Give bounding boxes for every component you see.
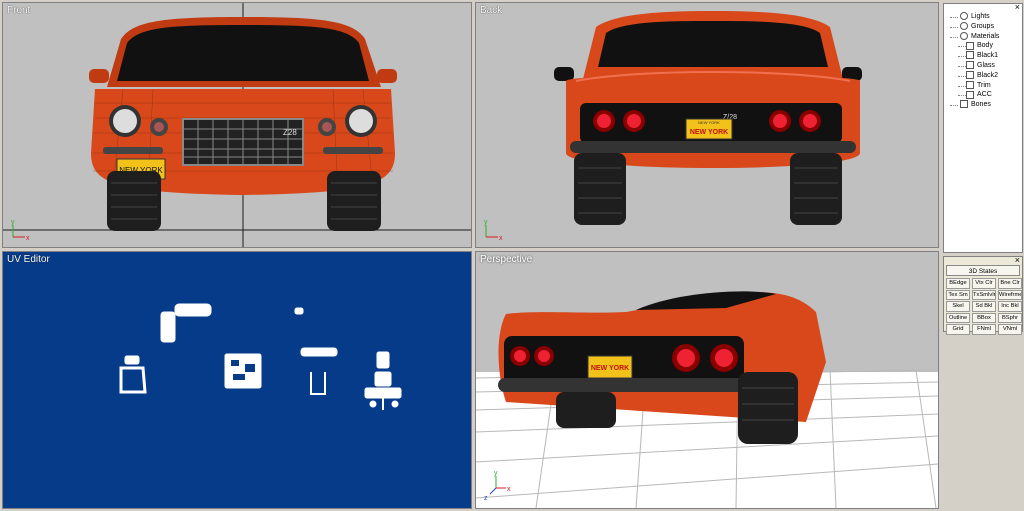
persp-axis-x: x xyxy=(507,486,511,493)
scene-tree-panel: × Lights Groups Materials Body Black1 Gl… xyxy=(943,2,1023,253)
tree-item-label: Lights xyxy=(971,13,990,20)
persp-axis-y: y xyxy=(494,470,498,477)
skel-button[interactable]: Skel xyxy=(946,301,970,312)
front-axis-y: y xyxy=(11,219,15,226)
uv-islands xyxy=(119,303,402,410)
front-badge: Z28 xyxy=(283,128,297,137)
vnml-button[interactable]: VNml xyxy=(998,324,1022,335)
vtx-clr-button[interactable]: Vtx Clr xyxy=(972,278,996,289)
tree-item-label: Black1 xyxy=(977,52,999,60)
bones-icon xyxy=(960,100,968,109)
bbox-button[interactable]: BBox xyxy=(972,312,996,323)
states-button-grid: BEdge Vtx Clr Bne Clr Tex Sm TxSmlvlr Wi… xyxy=(946,278,1022,335)
back-axis-y: y xyxy=(484,219,488,226)
material-icon xyxy=(966,70,974,79)
fnml-button[interactable]: FNml xyxy=(972,324,996,335)
wireframe-button[interactable]: Wirefrme xyxy=(998,289,1022,300)
tex-sm-button[interactable]: Tex Sm xyxy=(946,289,970,300)
materials-icon xyxy=(960,31,968,40)
back-plate-text: NEW YORK xyxy=(690,129,728,136)
tree-item-label: ACC xyxy=(977,91,992,99)
tree-item-materials[interactable]: Materials xyxy=(944,31,1022,42)
back-plate-top: NEW YORK xyxy=(698,120,720,125)
tree-panel-close-icon[interactable]: × xyxy=(1015,2,1020,12)
tree-item-label: Trim xyxy=(977,81,991,89)
tree-item-glass[interactable]: Glass xyxy=(944,61,1022,71)
material-icon xyxy=(966,80,974,89)
states-panel-close-icon[interactable]: × xyxy=(1015,255,1020,265)
back-viewport-label: Back xyxy=(480,5,503,16)
front-viewport-label: Front xyxy=(7,5,31,16)
tree-item-label: Glass xyxy=(977,61,995,69)
back-viewport[interactable]: Back Z/28 NEW YORK NEW YORK y x xyxy=(475,2,939,248)
perspective-viewport[interactable]: Perspective NEW YORK y x z xyxy=(475,251,939,509)
tree-item-body[interactable]: Body xyxy=(944,41,1022,51)
perspective-car-render: NEW YORK y x z xyxy=(476,252,938,508)
tree-item-acc[interactable]: ACC xyxy=(944,90,1022,100)
txsmlvlr-button[interactable]: TxSmlvlr xyxy=(972,289,996,300)
light-icon xyxy=(960,12,968,21)
back-axis-x: x xyxy=(499,235,503,242)
material-icon xyxy=(966,90,974,99)
tree-item-black2[interactable]: Black2 xyxy=(944,70,1022,81)
perspective-label: Perspective xyxy=(480,254,533,265)
scene-tree: Lights Groups Materials Body Black1 Glas… xyxy=(944,12,1022,110)
tree-item-label: Materials xyxy=(971,32,1000,40)
uv-editor-viewport[interactable]: UV Editor xyxy=(2,251,472,509)
tree-item-groups[interactable]: Groups xyxy=(944,21,1022,32)
bedge-button[interactable]: BEdge xyxy=(946,278,970,289)
tree-item-bones[interactable]: Bones xyxy=(944,100,1022,110)
tree-item-label: Groups xyxy=(971,22,994,30)
front-viewport[interactable]: Front Z28 NEW YORK y x xyxy=(2,2,472,248)
front-car-render: Z28 NEW YORK y x xyxy=(3,3,471,247)
material-icon xyxy=(966,61,974,70)
front-axis-x: x xyxy=(26,235,30,242)
groups-icon xyxy=(960,21,968,30)
bsphr-button[interactable]: BSphr xyxy=(998,312,1022,323)
bne-clr-button[interactable]: Bne Clr xyxy=(998,278,1022,289)
tree-item-label: Body xyxy=(977,42,993,50)
tree-item-label: Black2 xyxy=(977,71,999,79)
material-icon xyxy=(966,41,974,50)
grid-button[interactable]: Grid xyxy=(946,324,970,335)
persp-plate-text: NEW YORK xyxy=(591,365,629,372)
material-icon xyxy=(966,51,974,60)
inc-bkl-button[interactable]: Inc Bkl xyxy=(998,301,1022,312)
outline-button[interactable]: Outline xyxy=(946,312,970,323)
sd-bkl-button[interactable]: Sd Bkl xyxy=(972,301,996,312)
tree-item-label: Bones xyxy=(971,101,991,109)
tree-item-lights[interactable]: Lights xyxy=(944,12,1022,22)
states-panel-title: 3D States xyxy=(946,265,1020,276)
tree-item-black1[interactable]: Black1 xyxy=(944,51,1022,61)
persp-axis-z: z xyxy=(484,495,488,502)
states-panel: × 3D States BEdge Vtx Clr Bne Clr Tex Sm… xyxy=(943,255,1023,335)
back-car-render: Z/28 NEW YORK NEW YORK y x xyxy=(484,11,862,242)
tree-item-trim[interactable]: Trim xyxy=(944,80,1022,91)
uv-editor-label: UV Editor xyxy=(7,254,50,265)
